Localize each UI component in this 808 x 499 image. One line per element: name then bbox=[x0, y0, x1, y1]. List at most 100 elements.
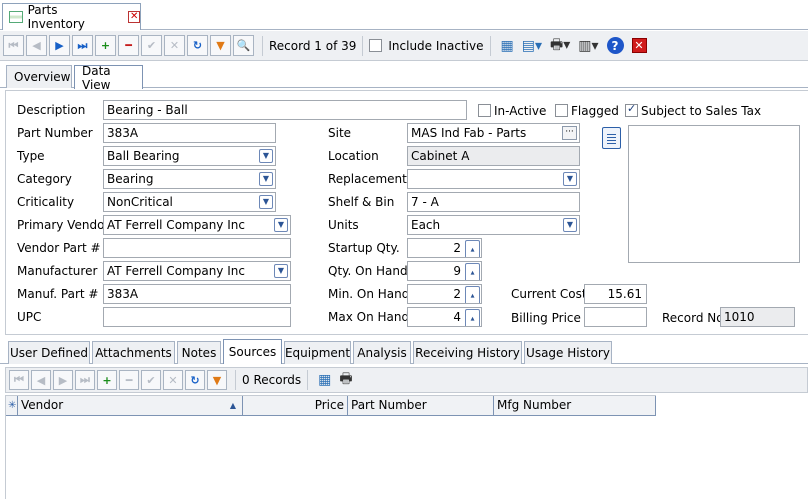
upc-field[interactable] bbox=[103, 307, 291, 327]
current-cost-field[interactable]: 15.61 bbox=[584, 284, 647, 304]
site-field[interactable]: MAS Ind Fab - Parts ··· bbox=[407, 123, 580, 143]
startup-qty-value: 2 bbox=[453, 241, 461, 255]
manufacturer-select[interactable]: AT Ferrell Company Inc ▼ bbox=[103, 261, 291, 281]
shelf-bin-label: Shelf & Bin bbox=[328, 195, 395, 209]
filter-button[interactable]: ▼ bbox=[210, 35, 231, 56]
spin-up-icon[interactable]: ▲ bbox=[465, 286, 480, 303]
next-record-icon: ▶ bbox=[58, 373, 68, 387]
last-record-button[interactable]: ⏭ bbox=[75, 370, 95, 390]
help-button[interactable]: ? bbox=[606, 36, 624, 56]
delete-button[interactable]: ━ bbox=[119, 370, 139, 390]
column-header-part-number[interactable]: Part Number bbox=[348, 396, 494, 416]
last-record-button[interactable]: ⏭ bbox=[72, 35, 93, 56]
tab-user-defined[interactable]: User Defined bbox=[8, 341, 90, 364]
first-record-button[interactable]: ⏮ bbox=[3, 35, 24, 56]
tab-equipment[interactable]: Equipment bbox=[284, 341, 351, 364]
column-header-vendor[interactable]: Vendor ▲ bbox=[18, 396, 243, 416]
prev-record-button[interactable]: ◀ bbox=[26, 35, 47, 56]
description-label: Description bbox=[17, 103, 86, 117]
tab-attachments[interactable]: Attachments bbox=[92, 341, 175, 364]
export-icon[interactable]: ▦ bbox=[318, 370, 331, 390]
tab-analysis[interactable]: Analysis bbox=[353, 341, 411, 364]
description-field[interactable]: Bearing - Ball bbox=[103, 100, 467, 120]
vendor-part-field[interactable] bbox=[103, 238, 291, 258]
spinner[interactable]: ▲▼ bbox=[465, 240, 480, 257]
save-button[interactable]: ✔ bbox=[141, 370, 161, 390]
cancel-button[interactable]: ✕ bbox=[163, 370, 183, 390]
manuf-part-label: Manuf. Part # bbox=[17, 287, 99, 301]
spinner[interactable]: ▲▼ bbox=[465, 309, 480, 326]
refresh-button[interactable]: ↻ bbox=[187, 35, 208, 56]
qty-on-hand-value: 9 bbox=[453, 264, 461, 278]
toolbar-separator bbox=[362, 35, 364, 56]
add-button[interactable]: + bbox=[95, 35, 116, 56]
chevron-down-icon[interactable]: ▼ bbox=[274, 218, 288, 232]
next-record-button[interactable]: ▶ bbox=[53, 370, 73, 390]
current-cost-label: Current Cost bbox=[511, 287, 587, 301]
cancel-button[interactable]: ✕ bbox=[164, 35, 185, 56]
chevron-down-icon[interactable]: ▼ bbox=[259, 172, 273, 186]
sources-grid: ✳ Vendor ▲ Price Part Number Mfg Number bbox=[5, 395, 808, 499]
primary-vendor-select[interactable]: AT Ferrell Company Inc ▼ bbox=[103, 215, 291, 235]
spinner[interactable]: ▲▼ bbox=[465, 263, 480, 280]
notes-document-icon[interactable] bbox=[602, 127, 621, 149]
document-tab-parts-inventory[interactable]: Parts Inventory ✕ bbox=[2, 3, 141, 31]
chevron-down-icon[interactable]: ▼ bbox=[274, 264, 288, 278]
chevron-down-icon[interactable]: ▼ bbox=[563, 172, 577, 186]
tab-notes[interactable]: Notes bbox=[177, 341, 221, 364]
layout-icon[interactable]: ▤▾ bbox=[522, 36, 542, 56]
delete-button[interactable]: ━ bbox=[118, 35, 139, 56]
add-button[interactable]: + bbox=[97, 370, 117, 390]
spin-up-icon[interactable]: ▲ bbox=[465, 240, 480, 257]
shelf-bin-field[interactable]: 7 - A bbox=[407, 192, 580, 212]
max-on-hand-stepper[interactable]: 4 ▲▼ bbox=[407, 307, 482, 327]
manuf-part-field[interactable]: 383A bbox=[103, 284, 291, 304]
flagged-checkbox[interactable] bbox=[555, 104, 568, 117]
type-select[interactable]: Ball Bearing ▼ bbox=[103, 146, 276, 166]
save-button[interactable]: ✔ bbox=[141, 35, 162, 56]
print-icon[interactable]: 🖶 bbox=[339, 370, 352, 390]
sales-tax-checkbox[interactable] bbox=[625, 102, 638, 117]
part-number-field[interactable]: 383A bbox=[103, 123, 276, 143]
tab-receiving-history[interactable]: Receiving History bbox=[413, 341, 522, 364]
export-icon[interactable]: ▦ bbox=[501, 36, 514, 56]
startup-qty-stepper[interactable]: 2 ▲▼ bbox=[407, 238, 482, 258]
category-select[interactable]: Bearing ▼ bbox=[103, 169, 276, 189]
print-icon[interactable]: 🖶▾ bbox=[550, 36, 570, 56]
units-select[interactable]: Each ▼ bbox=[407, 215, 580, 235]
first-record-button[interactable]: ⏮ bbox=[9, 370, 29, 390]
chevron-down-icon[interactable]: ▼ bbox=[259, 149, 273, 163]
column-header-price[interactable]: Price bbox=[243, 396, 348, 416]
search-button[interactable]: 🔍 bbox=[233, 35, 254, 56]
site-browse-button[interactable]: ··· bbox=[562, 126, 577, 140]
type-value: Ball Bearing bbox=[107, 149, 180, 163]
close-button[interactable]: ✕ bbox=[631, 36, 647, 56]
tab-usage-history[interactable]: Usage History bbox=[524, 341, 612, 364]
billing-price-field[interactable] bbox=[584, 307, 647, 327]
min-on-hand-stepper[interactable]: 2 ▲▼ bbox=[407, 284, 482, 304]
barcode-icon[interactable]: ▥▾ bbox=[578, 36, 598, 56]
in-active-checkbox[interactable] bbox=[478, 104, 491, 117]
next-record-button[interactable]: ▶ bbox=[49, 35, 70, 56]
prev-record-button[interactable]: ◀ bbox=[31, 370, 51, 390]
close-tab-icon[interactable]: ✕ bbox=[128, 11, 140, 23]
criticality-select[interactable]: NonCritical ▼ bbox=[103, 192, 276, 212]
replacement-select[interactable]: ▼ bbox=[407, 169, 580, 189]
tab-data-view[interactable]: Data View bbox=[74, 64, 143, 92]
column-header-mfg-number[interactable]: Mfg Number bbox=[494, 396, 656, 416]
chevron-down-icon[interactable]: ▼ bbox=[259, 195, 273, 209]
tab-sources[interactable]: Sources bbox=[223, 339, 282, 364]
chevron-down-icon[interactable]: ▼ bbox=[563, 218, 577, 232]
notes-box[interactable] bbox=[628, 125, 800, 263]
tab-overview[interactable]: Overview bbox=[6, 65, 72, 88]
spinner[interactable]: ▲▼ bbox=[465, 286, 480, 303]
spin-up-icon[interactable]: ▲ bbox=[465, 263, 480, 280]
filter-button[interactable]: ▼ bbox=[207, 370, 227, 390]
record-no-label: Record No bbox=[662, 311, 724, 325]
spin-up-icon[interactable]: ▲ bbox=[465, 309, 480, 326]
qty-on-hand-stepper[interactable]: 9 ▲▼ bbox=[407, 261, 482, 281]
refresh-button[interactable]: ↻ bbox=[185, 370, 205, 390]
filter-icon: ▼ bbox=[212, 373, 222, 387]
include-inactive-checkbox[interactable] bbox=[369, 39, 383, 52]
add-icon: + bbox=[100, 39, 111, 52]
